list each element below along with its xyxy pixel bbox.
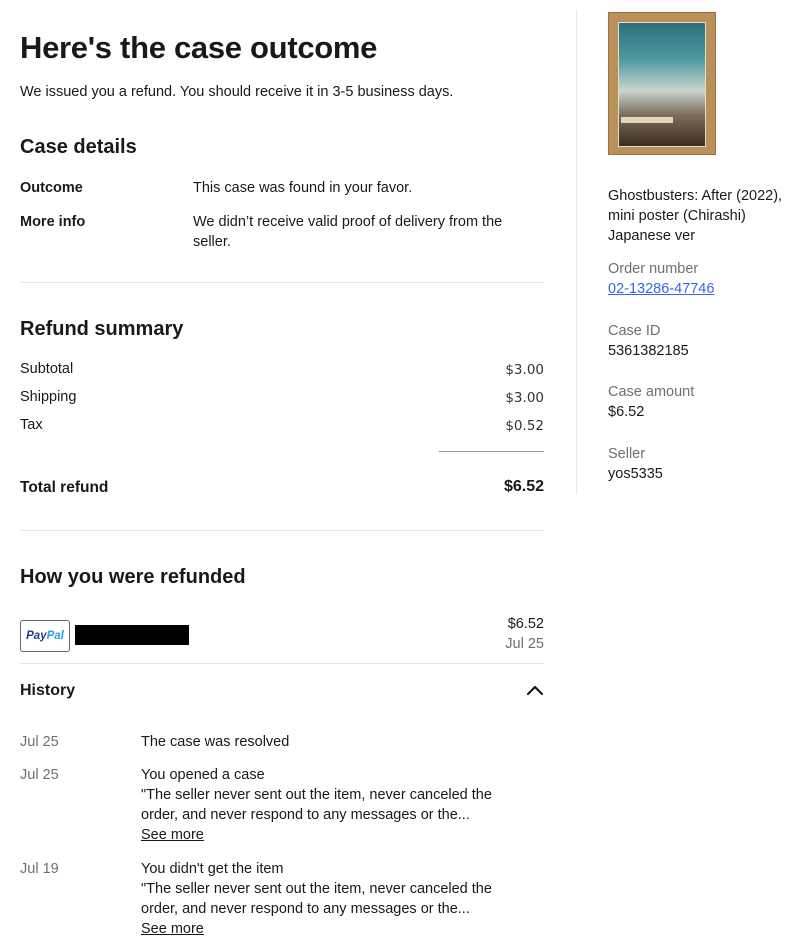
item-thumbnail[interactable] bbox=[608, 12, 716, 155]
poster-image bbox=[618, 22, 706, 147]
outcome-value: This case was found in your favor. bbox=[193, 180, 413, 196]
case-amount-value: $6.52 bbox=[608, 404, 645, 420]
more-info-value: We didn’t receive valid proof of deliver… bbox=[193, 214, 503, 250]
chevron-up-icon[interactable] bbox=[526, 683, 544, 697]
history-entry-title: You didn't get the item bbox=[141, 861, 284, 877]
subtotal-label: Subtotal bbox=[20, 361, 74, 377]
refund-method-heading: How you were refunded bbox=[20, 566, 246, 588]
total-refund-value: $6.52 bbox=[503, 478, 544, 495]
tax-label: Tax bbox=[20, 417, 43, 433]
case-id-value: 5361382185 bbox=[608, 343, 689, 359]
shipping-label: Shipping bbox=[20, 389, 77, 405]
tax-value: $0.52 bbox=[505, 418, 544, 434]
column-divider bbox=[576, 10, 577, 494]
order-number-link[interactable]: 02-13286-47746 bbox=[608, 281, 714, 297]
history-entry: You didn't get the item "The seller neve… bbox=[141, 859, 513, 939]
divider bbox=[20, 530, 544, 531]
outcome-label: Outcome bbox=[20, 180, 83, 196]
history-date: Jul 25 bbox=[20, 767, 59, 783]
paypal-logo-part: Pay bbox=[26, 630, 47, 642]
see-more-link[interactable]: See more bbox=[141, 919, 204, 939]
paypal-logo-part: Pal bbox=[46, 630, 64, 642]
total-refund-label: Total refund bbox=[20, 479, 109, 496]
case-id-label: Case ID bbox=[608, 323, 661, 339]
poster-title-band bbox=[621, 117, 673, 123]
shipping-value: $3.00 bbox=[505, 390, 544, 406]
item-title: Ghostbusters: After (2022), mini poster … bbox=[608, 188, 783, 244]
history-date: Jul 25 bbox=[20, 734, 59, 750]
history-entry: The case was resolved bbox=[141, 732, 513, 752]
divider bbox=[20, 663, 544, 664]
page-title: Here's the case outcome bbox=[20, 30, 378, 65]
paypal-logo-icon: Pay Pal bbox=[20, 620, 70, 652]
history-entry-detail: "The seller never sent out the item, nev… bbox=[141, 787, 492, 823]
sum-rule bbox=[439, 451, 544, 452]
divider bbox=[20, 282, 544, 283]
page-subtitle: We issued you a refund. You should recei… bbox=[20, 84, 454, 100]
order-number-label: Order number bbox=[608, 261, 699, 277]
redacted-account bbox=[75, 625, 189, 645]
refund-summary-heading: Refund summary bbox=[20, 318, 184, 340]
history-entry-title: You opened a case bbox=[141, 767, 265, 783]
see-more-link[interactable]: See more bbox=[141, 825, 204, 845]
history-entry: You opened a case "The seller never sent… bbox=[141, 765, 513, 845]
history-heading: History bbox=[20, 682, 76, 699]
history-date: Jul 19 bbox=[20, 861, 59, 877]
case-details-heading: Case details bbox=[20, 136, 137, 158]
more-info-label: More info bbox=[20, 214, 86, 230]
refund-date: Jul 25 bbox=[505, 636, 544, 652]
seller-value: yos5335 bbox=[608, 466, 663, 482]
history-entry-detail: "The seller never sent out the item, nev… bbox=[141, 881, 492, 917]
subtotal-value: $3.00 bbox=[505, 362, 544, 378]
case-amount-label: Case amount bbox=[608, 384, 695, 400]
refund-amount: $6.52 bbox=[507, 616, 544, 632]
history-entry-title: The case was resolved bbox=[141, 734, 290, 750]
seller-label: Seller bbox=[608, 446, 646, 462]
